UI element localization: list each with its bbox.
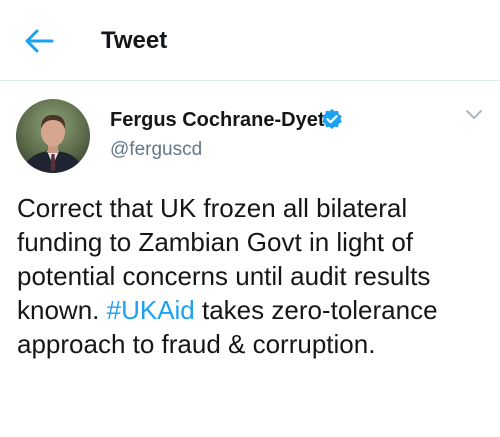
page-title: Tweet <box>101 27 168 54</box>
tweet-card: Fergus Cochrane-Dyet @ferguscd Correct t… <box>0 81 500 437</box>
author-handle[interactable]: @ferguscd <box>110 138 202 162</box>
verified-badge-icon <box>322 109 342 129</box>
app-header: Tweet <box>0 0 500 81</box>
back-button[interactable] <box>22 26 56 56</box>
hashtag-link[interactable]: #UKAid <box>107 295 195 325</box>
author-name[interactable]: Fergus Cochrane-Dyet <box>110 108 325 132</box>
arrow-left-icon <box>25 29 54 53</box>
tweet-menu-button[interactable] <box>462 106 486 124</box>
chevron-down-icon <box>466 110 482 119</box>
tweet-text: Correct that UK frozen all bilateral fun… <box>17 191 487 361</box>
avatar[interactable] <box>16 99 90 173</box>
